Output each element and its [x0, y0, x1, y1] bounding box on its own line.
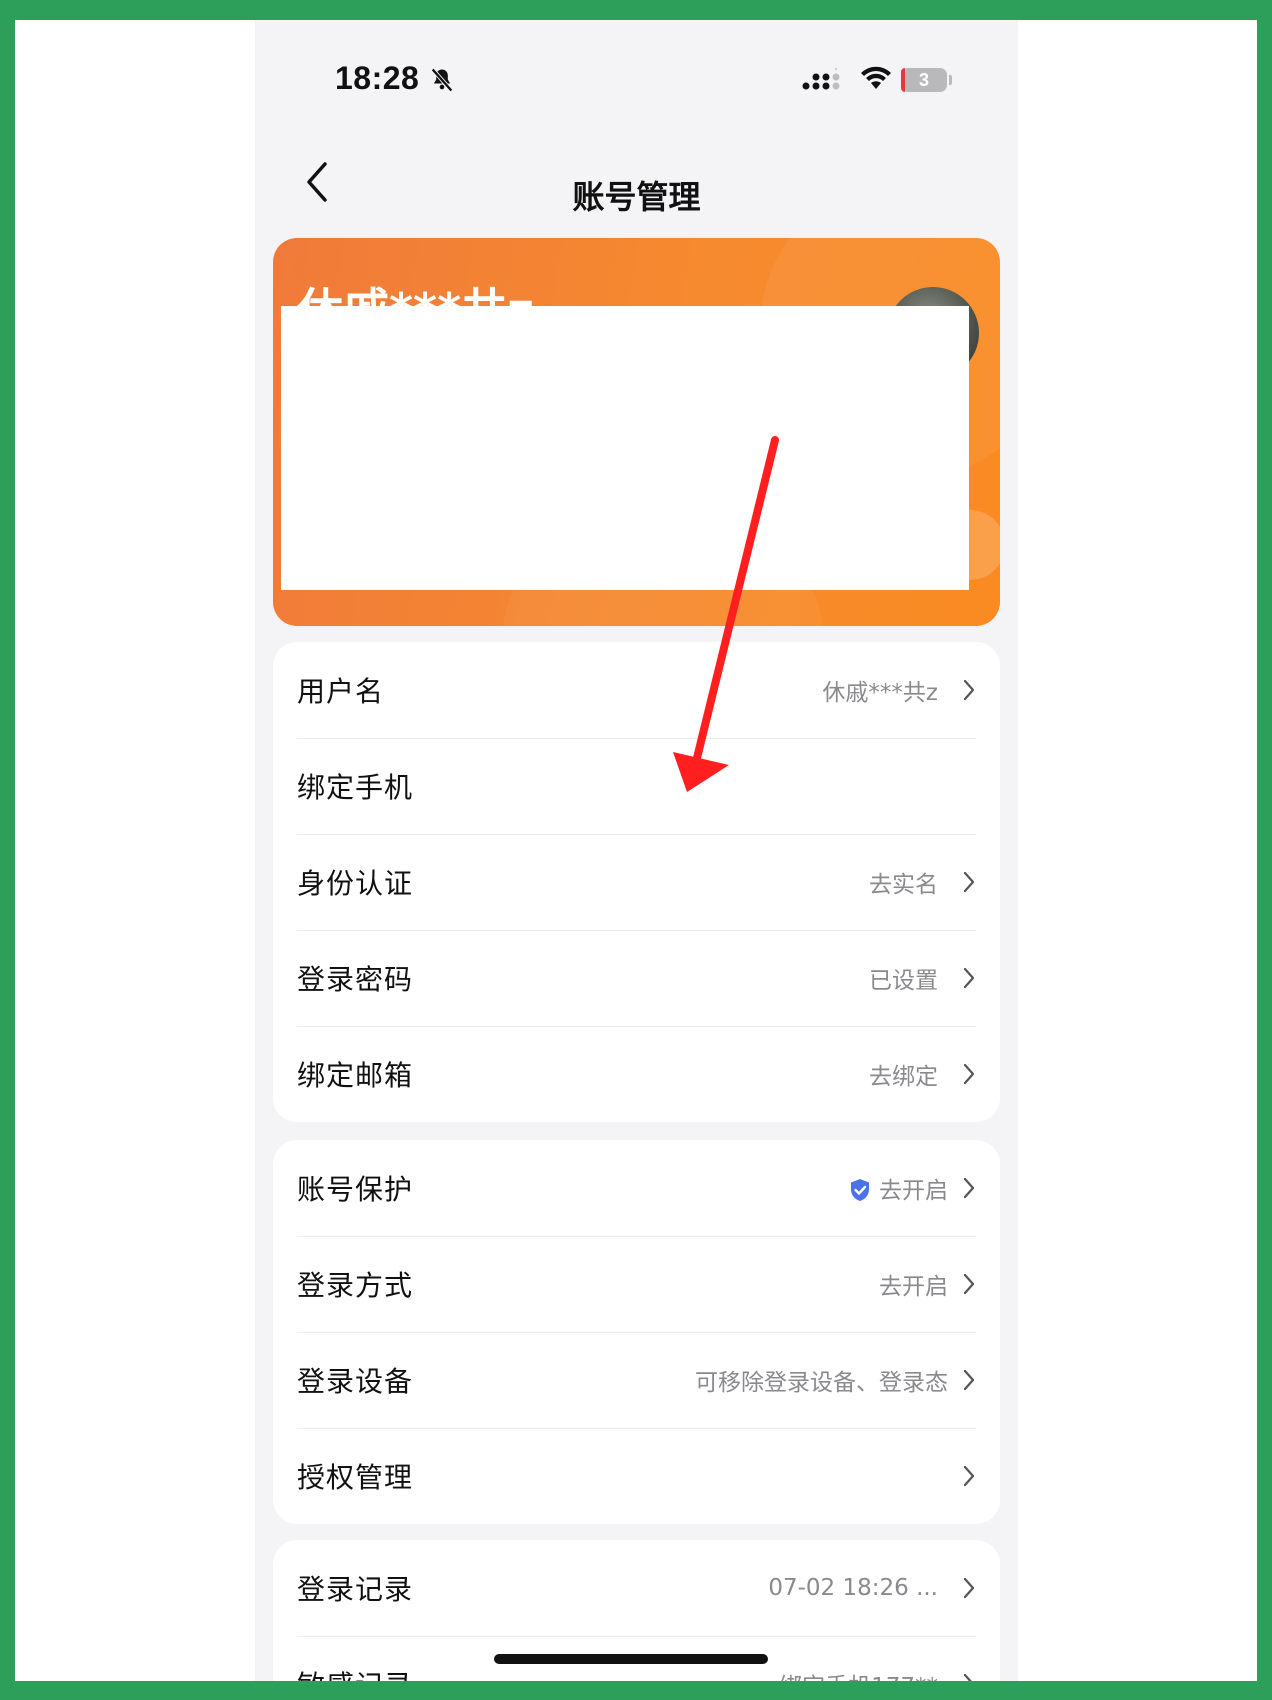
row-password[interactable]: 登录密码 已设置 [273, 930, 1000, 1026]
chevron-right-icon [963, 1577, 975, 1599]
row-value: 去绑定 [869, 1064, 938, 1090]
row-username[interactable]: 用户名 休戚***共z [273, 642, 1000, 738]
row-label: 登录方式 [297, 1269, 414, 1302]
row-label: 登录记录 [297, 1573, 414, 1606]
profile-card[interactable]: 休戚***共z [273, 238, 1000, 626]
chevron-right-icon [963, 871, 975, 893]
row-label: 登录密码 [297, 963, 414, 996]
row-value: 可移除登录设备、登录态 [695, 1370, 948, 1396]
row-value: 07-02 18:26 ... [768, 1575, 938, 1601]
status-time: 18:28 [335, 60, 420, 96]
row-value: 去开启 [879, 1274, 948, 1300]
chevron-right-icon [963, 1063, 975, 1085]
phone-screen: 18:28 3 账号管理 休戚***共z 用户名 休戚***共z 绑定手机 身份… [255, 20, 1018, 1681]
row-label: 身份认证 [297, 867, 414, 900]
chevron-right-icon [963, 1369, 975, 1391]
redaction-box [281, 306, 969, 590]
row-bind-phone[interactable]: 绑定手机 [273, 738, 1000, 834]
screenshot-frame: 18:28 3 账号管理 休戚***共z 用户名 休戚***共z 绑定手机 身份… [15, 20, 1257, 1681]
row-authorization[interactable]: 授权管理 [273, 1428, 1000, 1524]
chevron-right-icon [963, 1177, 975, 1199]
row-label: 登录设备 [297, 1365, 414, 1398]
wifi-icon [861, 66, 891, 89]
security-card: 账号保护 去开启 登录方式 去开启 登录设备 可移除登录设备、登录态 授权管理 [273, 1140, 1000, 1524]
row-label: 账号保护 [297, 1173, 414, 1206]
row-login-devices[interactable]: 登录设备 可移除登录设备、登录态 [273, 1332, 1000, 1428]
row-value: 绑定手机177** [779, 1667, 938, 1681]
shield-check-icon [851, 1179, 869, 1201]
row-label: 用户名 [297, 675, 385, 708]
row-account-protection[interactable]: 账号保护 去开启 [273, 1140, 1000, 1236]
row-label: 授权管理 [297, 1461, 414, 1494]
row-identity[interactable]: 身份认证 去实名 [273, 834, 1000, 930]
row-email[interactable]: 绑定邮箱 去绑定 [273, 1026, 1000, 1122]
row-label: 敏感记录 [297, 1664, 413, 1681]
row-login-records[interactable]: 登录记录 07-02 18:26 ... [273, 1540, 1000, 1636]
chevron-right-icon [963, 679, 975, 701]
battery-icon: 3 [901, 68, 947, 92]
row-value-text: 去开启 [879, 1178, 948, 1204]
row-value: 去实名 [869, 872, 938, 898]
chevron-right-icon [963, 1673, 972, 1681]
chevron-right-icon [963, 1465, 975, 1487]
chevron-right-icon [963, 1273, 975, 1295]
bell-off-icon [431, 68, 453, 92]
row-value: 休戚***共z [822, 680, 938, 706]
battery-tip [949, 75, 952, 85]
chevron-right-icon [963, 967, 975, 989]
row-label: 绑定邮箱 [297, 1059, 414, 1092]
home-indicator [494, 1654, 768, 1664]
row-label: 绑定手机 [297, 771, 414, 804]
row-value: 已设置 [869, 968, 938, 994]
account-info-card: 用户名 休戚***共z 绑定手机 身份认证 去实名 登录密码 已设置 绑定邮箱 … [273, 642, 1000, 1122]
page-title: 账号管理 [572, 178, 701, 216]
row-value: 去开启 [849, 1171, 948, 1205]
row-login-method[interactable]: 登录方式 去开启 [273, 1236, 1000, 1332]
signal-icon [802, 68, 840, 90]
